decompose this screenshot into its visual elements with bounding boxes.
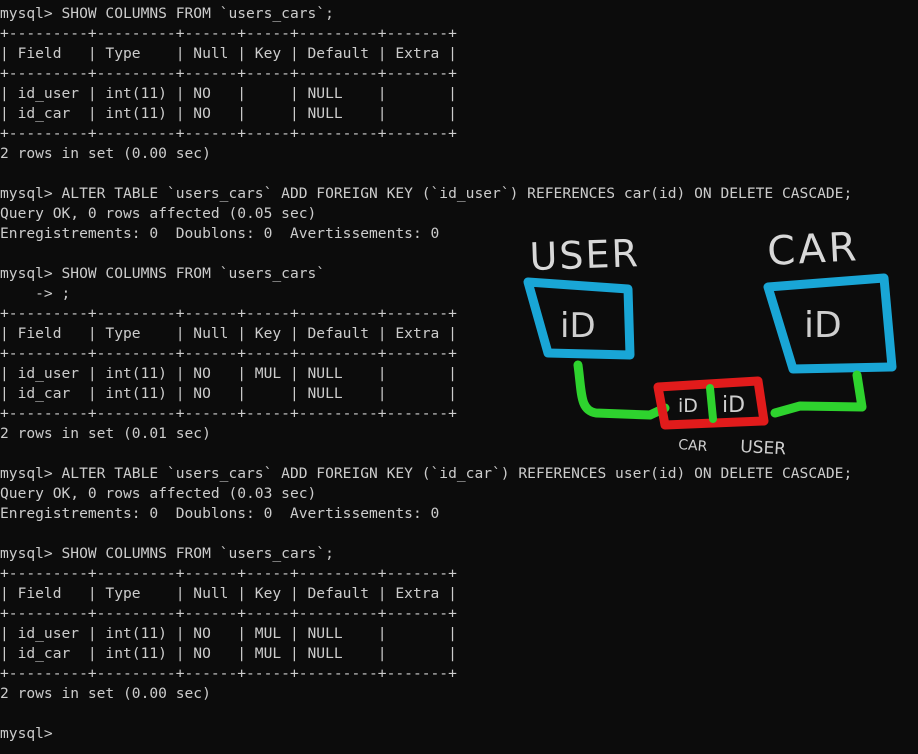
terminal-line: | id_car | int(11) | NO | | NULL | | (0, 105, 457, 122)
car-id-box-label: iD (804, 305, 842, 346)
junction-right-caption: USER (740, 437, 787, 459)
terminal-line: +---------+---------+------+-----+------… (0, 25, 457, 42)
terminal-line: | Field | Type | Null | Key | Default | … (0, 585, 457, 602)
terminal-line: | Field | Type | Null | Key | Default | … (0, 45, 457, 62)
terminal-line: mysql> SHOW COLUMNS FROM `users_cars`; (0, 545, 334, 562)
user-to-junction-link (573, 360, 670, 420)
terminal-line: mysql> ALTER TABLE `users_cars` ADD FORE… (0, 185, 853, 202)
terminal-line: +---------+---------+------+-----+------… (0, 65, 457, 82)
junction-divider (706, 384, 717, 423)
terminal-line: | id_user | int(11) | NO | MUL | NULL | … (0, 625, 457, 642)
user-sketch-label: USER (529, 231, 641, 279)
car-sketch-label: CAR (766, 225, 860, 275)
junction-right-label: iD (722, 393, 745, 418)
terminal-line: | id_user | int(11) | NO | | NULL | | (0, 85, 457, 102)
user-id-box-label: iD (560, 306, 596, 346)
terminal-line: +---------+---------+------+-----+------… (0, 665, 457, 682)
terminal-line: Enregistrements: 0 Doublons: 0 Avertisse… (0, 505, 440, 522)
terminal-line: 2 rows in set (0.00 sec) (0, 145, 211, 162)
terminal-line: mysql> (0, 725, 53, 742)
terminal-line: Query OK, 0 rows affected (0.03 sec) (0, 485, 317, 502)
terminal-line: | id_car | int(11) | NO | MUL | NULL | | (0, 645, 457, 662)
relationship-sketch: USER CAR iD iD iD iD CAR USER (523, 225, 897, 459)
junction-left-label: iD (678, 395, 698, 417)
terminal-line: +---------+---------+------+-----+------… (0, 605, 457, 622)
terminal-line: mysql> SHOW COLUMNS FROM `users_cars`; (0, 5, 334, 22)
terminal-line: mysql> ALTER TABLE `users_cars` ADD FORE… (0, 465, 853, 482)
car-to-junction-link (770, 370, 867, 418)
terminal-line: +---------+---------+------+-----+------… (0, 125, 457, 142)
terminal-line: 2 rows in set (0.00 sec) (0, 685, 211, 702)
terminal-line: Query OK, 0 rows affected (0.05 sec) (0, 205, 317, 222)
junction-left-caption: CAR (678, 437, 708, 455)
terminal-line: +---------+---------+------+-----+------… (0, 565, 457, 582)
